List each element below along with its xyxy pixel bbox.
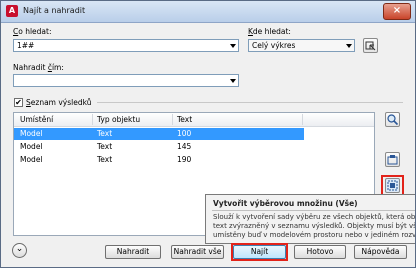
column-header-text[interactable]: Text xyxy=(177,115,192,124)
autocad-app-icon: A xyxy=(6,5,18,17)
help-button[interactable]: Nápověda xyxy=(354,245,407,259)
cell-location: Model xyxy=(20,129,43,138)
chevron-down-icon[interactable] xyxy=(346,44,352,48)
results-table-header: Umístění Typ objektu Text xyxy=(14,113,374,127)
table-row[interactable]: Model Text 145 xyxy=(14,141,374,153)
highlight-selection-set-all xyxy=(381,175,404,196)
find-where-value: Celý výkres xyxy=(252,41,296,50)
column-divider[interactable] xyxy=(172,114,173,125)
find-where-label: Kde hledat: xyxy=(248,27,291,36)
column-header-object-type[interactable]: Typ objektu xyxy=(97,115,140,124)
tooltip-divider xyxy=(212,210,415,211)
expand-options-button[interactable]: ⌄ xyxy=(12,243,27,258)
select-objects-icon xyxy=(365,41,376,51)
tooltip-line: umístěny buď v modelovém prostoru nebo v… xyxy=(213,231,416,239)
results-list-label-text: eznam výsledků xyxy=(30,98,92,107)
tooltip-line: Slouží k vytvoření sady výběru ze všech … xyxy=(213,213,416,221)
table-row[interactable]: Model Text 100 xyxy=(14,128,304,140)
cell-text: 100 xyxy=(177,129,192,138)
column-header-location[interactable]: Umístění xyxy=(20,115,53,124)
select-objects-button[interactable] xyxy=(363,38,378,53)
find-what-combobox[interactable]: 1## xyxy=(13,39,239,52)
close-button[interactable]: × xyxy=(383,3,411,20)
chevron-down-icon[interactable] xyxy=(230,79,236,83)
replace-with-label: Nahradit čím: xyxy=(13,63,64,72)
done-button[interactable]: Hotovo xyxy=(294,245,346,259)
replace-all-button[interactable]: Nahradit vše xyxy=(171,245,224,259)
window-title: Najít a nahradit xyxy=(23,6,86,15)
highlight-find-button xyxy=(231,243,288,261)
group-divider xyxy=(97,102,403,103)
cell-text: 145 xyxy=(177,142,192,151)
cell-location: Model xyxy=(20,142,43,151)
replace-with-label-start: Nahradit xyxy=(13,63,48,72)
find-what-value: 1## xyxy=(17,41,35,50)
replace-with-combobox[interactable] xyxy=(13,74,239,87)
checkmark-icon: ✔ xyxy=(15,98,22,107)
column-divider[interactable] xyxy=(302,114,303,125)
tooltip-create-selection-set-all: Vytvořit výběrovou množinu (Vše) Slouží … xyxy=(205,194,416,244)
cell-location: Model xyxy=(20,155,43,164)
chevron-down-icon[interactable] xyxy=(230,44,236,48)
cell-text: 190 xyxy=(177,155,192,164)
cell-object-type: Text xyxy=(97,142,113,151)
replace-with-label-end: ím: xyxy=(51,63,64,72)
selection-set-highlighted-icon xyxy=(387,155,398,165)
find-what-label-text: o hledat: xyxy=(18,27,52,36)
table-row[interactable]: Model Text 190 xyxy=(14,154,374,166)
results-list-label[interactable]: Seznam výsledků xyxy=(26,98,91,107)
cell-object-type: Text xyxy=(97,155,113,164)
find-where-dropdown[interactable]: Celý výkres xyxy=(248,39,355,52)
tooltip-line: text zvýrazněný v seznamu výsledků. Obje… xyxy=(213,222,416,230)
create-selection-set-highlighted-button[interactable] xyxy=(385,152,400,167)
find-what-label: Co hledat: xyxy=(13,27,52,36)
magnifier-icon xyxy=(387,114,399,126)
cell-object-type: Text xyxy=(97,129,113,138)
chevron-down-icon: ⌄ xyxy=(15,244,24,254)
find-replace-dialog: A Najít a nahradit × Co hledat: 1## Kde … xyxy=(0,0,416,268)
zoom-to-result-button[interactable] xyxy=(385,112,400,127)
title-bar[interactable]: A Najít a nahradit × xyxy=(1,1,415,23)
replace-button[interactable]: Nahradit xyxy=(105,245,161,259)
results-list-checkbox[interactable]: ✔ xyxy=(14,98,23,107)
find-where-label-text: de hledat: xyxy=(252,27,291,36)
column-divider[interactable] xyxy=(92,114,93,125)
tooltip-title: Vytvořit výběrovou množinu (Vše) xyxy=(213,199,358,208)
